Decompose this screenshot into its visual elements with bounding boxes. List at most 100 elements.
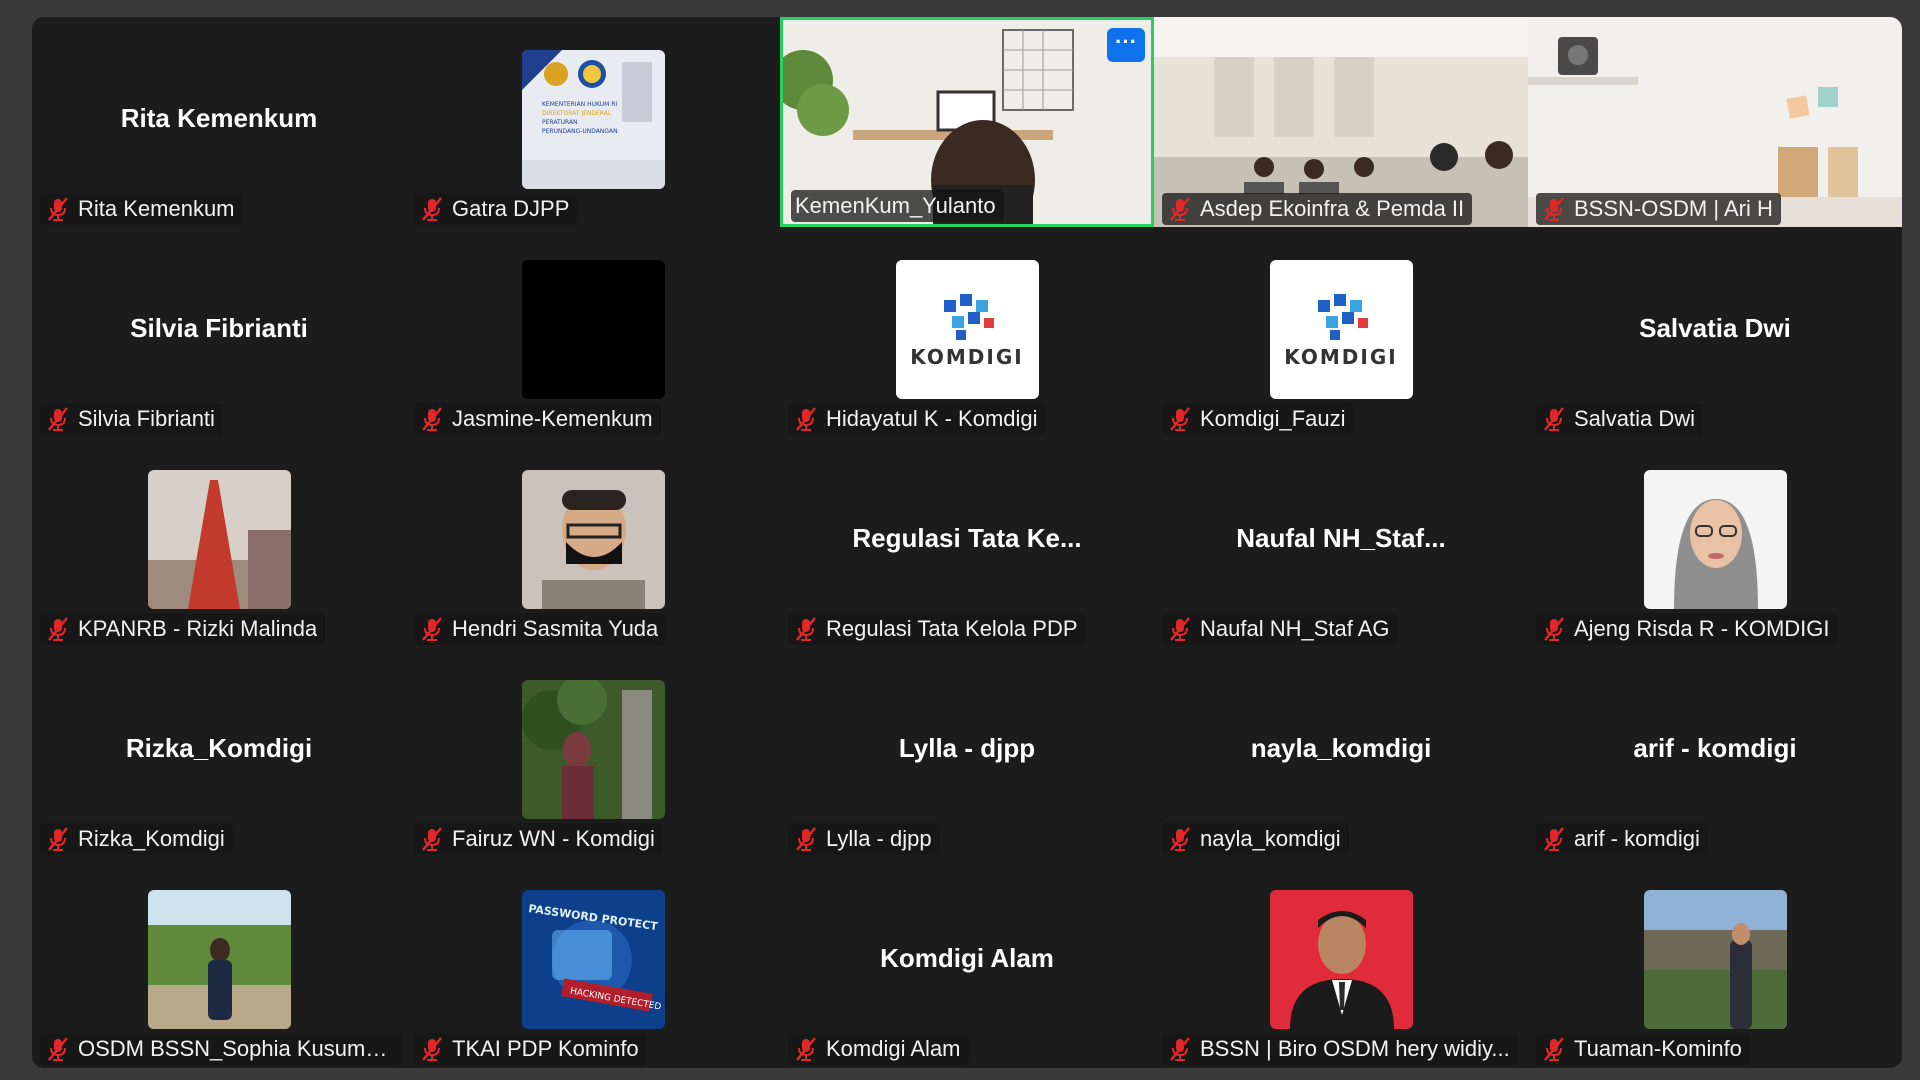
muted-mic-icon [44,1035,78,1063]
participant-tile[interactable]: Ajeng Risda R - KOMDIGI [1528,437,1902,647]
participant-name-label: Fairuz WN - Komdigi [414,823,663,855]
participant-display-name: nayla_komdigi [1250,733,1432,763]
djpp-text-1: DIREKTORAT JENDERAL [542,110,612,117]
participant-tile[interactable]: ··· KemenKum_Yulanto [780,17,1154,227]
participant-tile[interactable]: Lylla - djpp Lylla - djpp [780,647,1154,857]
person-mask-photo-icon [522,470,665,609]
participant-tile[interactable]: Komdigi Alam Komdigi Alam [780,857,1154,1067]
participant-name: Silvia Fibrianti [78,406,215,431]
participant-tile[interactable]: Jasmine-Kemenkum [406,227,780,437]
muted-mic-icon [1540,1035,1574,1063]
participant-name-label: BSSN-OSDM | Ari H [1536,193,1781,225]
participant-name-label: Komdigi_Fauzi [1162,403,1354,435]
participant-name: Regulasi Tata Kelola PDP [826,616,1078,641]
participant-display-name: Silvia Fibrianti [130,313,308,343]
participant-tile[interactable]: PASSWORD PROTECT HACKING DETECTED TKAI P… [406,857,780,1067]
participant-tile[interactable]: Hendri Sasmita Yuda [406,437,780,647]
participant-tile[interactable]: Asdep Ekoinfra & Pemda II [1154,17,1528,227]
participant-display-name: Rizka_Komdigi [125,733,313,763]
participant-name-label: Hidayatul K - Komdigi [788,403,1046,435]
participant-name-label: TKAI PDP Kominfo [414,1033,647,1065]
participant-tile[interactable]: KEMENTERIAN HUKUM RI DIREKTORAT JENDERAL… [406,17,780,227]
muted-mic-icon [792,825,826,853]
muted-mic-icon [1540,405,1574,433]
participant-name-label: Ajeng Risda R - KOMDIGI [1536,613,1838,645]
participant-tile[interactable]: Rita Kemenkum Rita Kemenkum [32,17,406,227]
participant-name-label: BSSN | Biro OSDM hery widiy... [1162,1033,1518,1065]
participant-name-label: Komdigi Alam [788,1033,969,1065]
participant-name: nayla_komdigi [1200,826,1341,851]
participant-name: Gatra DJPP [452,196,570,221]
djpp-text-3: PERUNDANG-UNDANGAN [542,128,618,135]
muted-mic-icon [1166,195,1200,223]
muted-mic-icon [44,615,78,643]
participant-tile[interactable]: BSSN-OSDM | Ari H [1528,17,1902,227]
muted-mic-icon [1540,615,1574,643]
muted-mic-icon [418,405,452,433]
participant-name: Asdep Ekoinfra & Pemda II [1200,196,1465,221]
participant-name-label: Rita Kemenkum [40,193,243,225]
participant-name: Naufal NH_Staf AG [1200,616,1390,641]
participant-tile[interactable]: arif - komdigi arif - komdigi [1528,647,1902,857]
participant-tile[interactable]: Naufal NH_Staf... Naufal NH_Staf AG [1154,437,1528,647]
participant-tile[interactable]: Rizka_Komdigi Rizka_Komdigi [32,647,406,857]
video-gallery: Rita Kemenkum Rita Kemenkum KEMENTERIAN … [32,17,1902,1068]
muted-mic-icon [1166,825,1200,853]
muted-mic-icon [418,615,452,643]
participant-tile[interactable]: Fairuz WN - Komdigi [406,647,780,857]
participant-name-label: Jasmine-Kemenkum [414,403,661,435]
muted-mic-icon [1166,405,1200,433]
participant-name: Salvatia Dwi [1574,406,1696,431]
djpp-text-0: KEMENTERIAN HUKUM RI [542,101,617,108]
komdigi-logo-icon: KOMDIGI [896,260,1039,399]
participant-display-name: arif - komdigi [1633,733,1797,763]
komdigi-text: KOMDIGI [910,345,1023,369]
participant-name: Ajeng Risda R - KOMDIGI [1574,616,1830,641]
participant-name-label: nayla_komdigi [1162,823,1349,855]
participant-name: Rizka_Komdigi [78,826,225,851]
participant-name-label: Gatra DJPP [414,193,578,225]
djpp-logo-icon: KEMENTERIAN HUKUM RI DIREKTORAT JENDERAL… [522,50,665,189]
participant-name: Jasmine-Kemenkum [452,406,653,431]
tower-photo-icon [148,470,291,609]
participant-tile[interactable]: OSDM BSSN_Sophia Kusuma... [32,857,406,1067]
city-photo-icon [1644,890,1787,1029]
participant-tile[interactable]: BSSN | Biro OSDM hery widiy... [1154,857,1528,1067]
participant-name-label: Tuaman-Kominfo [1536,1033,1750,1065]
muted-mic-icon [1166,615,1200,643]
muted-mic-icon [44,825,78,853]
muted-mic-icon [44,405,78,433]
participant-name-label: Hendri Sasmita Yuda [414,613,667,645]
participant-name: Tuaman-Kominfo [1574,1036,1742,1061]
participant-name: arif - komdigi [1574,826,1700,851]
participant-name: Hidayatul K - Komdigi [826,406,1038,431]
participant-display-name: Komdigi Alam [880,943,1054,973]
formal-portrait-icon [1270,890,1413,1029]
participant-tile[interactable]: Silvia Fibrianti Silvia Fibrianti [32,227,406,437]
participant-tile[interactable]: KOMDIGI Hidayatul K - Komdigi [780,227,1154,437]
participant-tile[interactable]: Tuaman-Kominfo [1528,857,1902,1067]
muted-mic-icon [1166,1035,1200,1063]
participant-tile[interactable]: Salvatia Dwi Salvatia Dwi [1528,227,1902,437]
participant-name: KPANRB - Rizki Malinda [78,616,318,641]
participant-name: Komdigi Alam [826,1036,961,1061]
participant-name-label: Asdep Ekoinfra & Pemda II [1162,193,1473,225]
muted-mic-icon [1540,195,1574,223]
participant-name: Komdigi_Fauzi [1200,406,1346,431]
participant-tile[interactable]: KOMDIGI Komdigi_Fauzi [1154,227,1528,437]
more-options-button[interactable]: ··· [1107,28,1145,62]
participant-name-label: Lylla - djpp [788,823,940,855]
participant-name: Fairuz WN - Komdigi [452,826,655,851]
participant-tile[interactable]: KPANRB - Rizki Malinda [32,437,406,647]
participant-tile[interactable]: Regulasi Tata Ke... Regulasi Tata Kelola… [780,437,1154,647]
participant-name-label: Salvatia Dwi [1536,403,1704,435]
muted-mic-icon [418,195,452,223]
participant-name: Lylla - djpp [826,826,932,851]
black-avatar-icon [522,260,665,399]
participant-display-name: Rita Kemenkum [120,103,318,133]
participant-name: Rita Kemenkum [78,196,235,221]
muted-mic-icon [418,825,452,853]
participant-display-name: Lylla - djpp [898,733,1036,763]
participant-display-name: Naufal NH_Staf... [1236,523,1446,553]
participant-tile[interactable]: nayla_komdigi nayla_komdigi [1154,647,1528,857]
